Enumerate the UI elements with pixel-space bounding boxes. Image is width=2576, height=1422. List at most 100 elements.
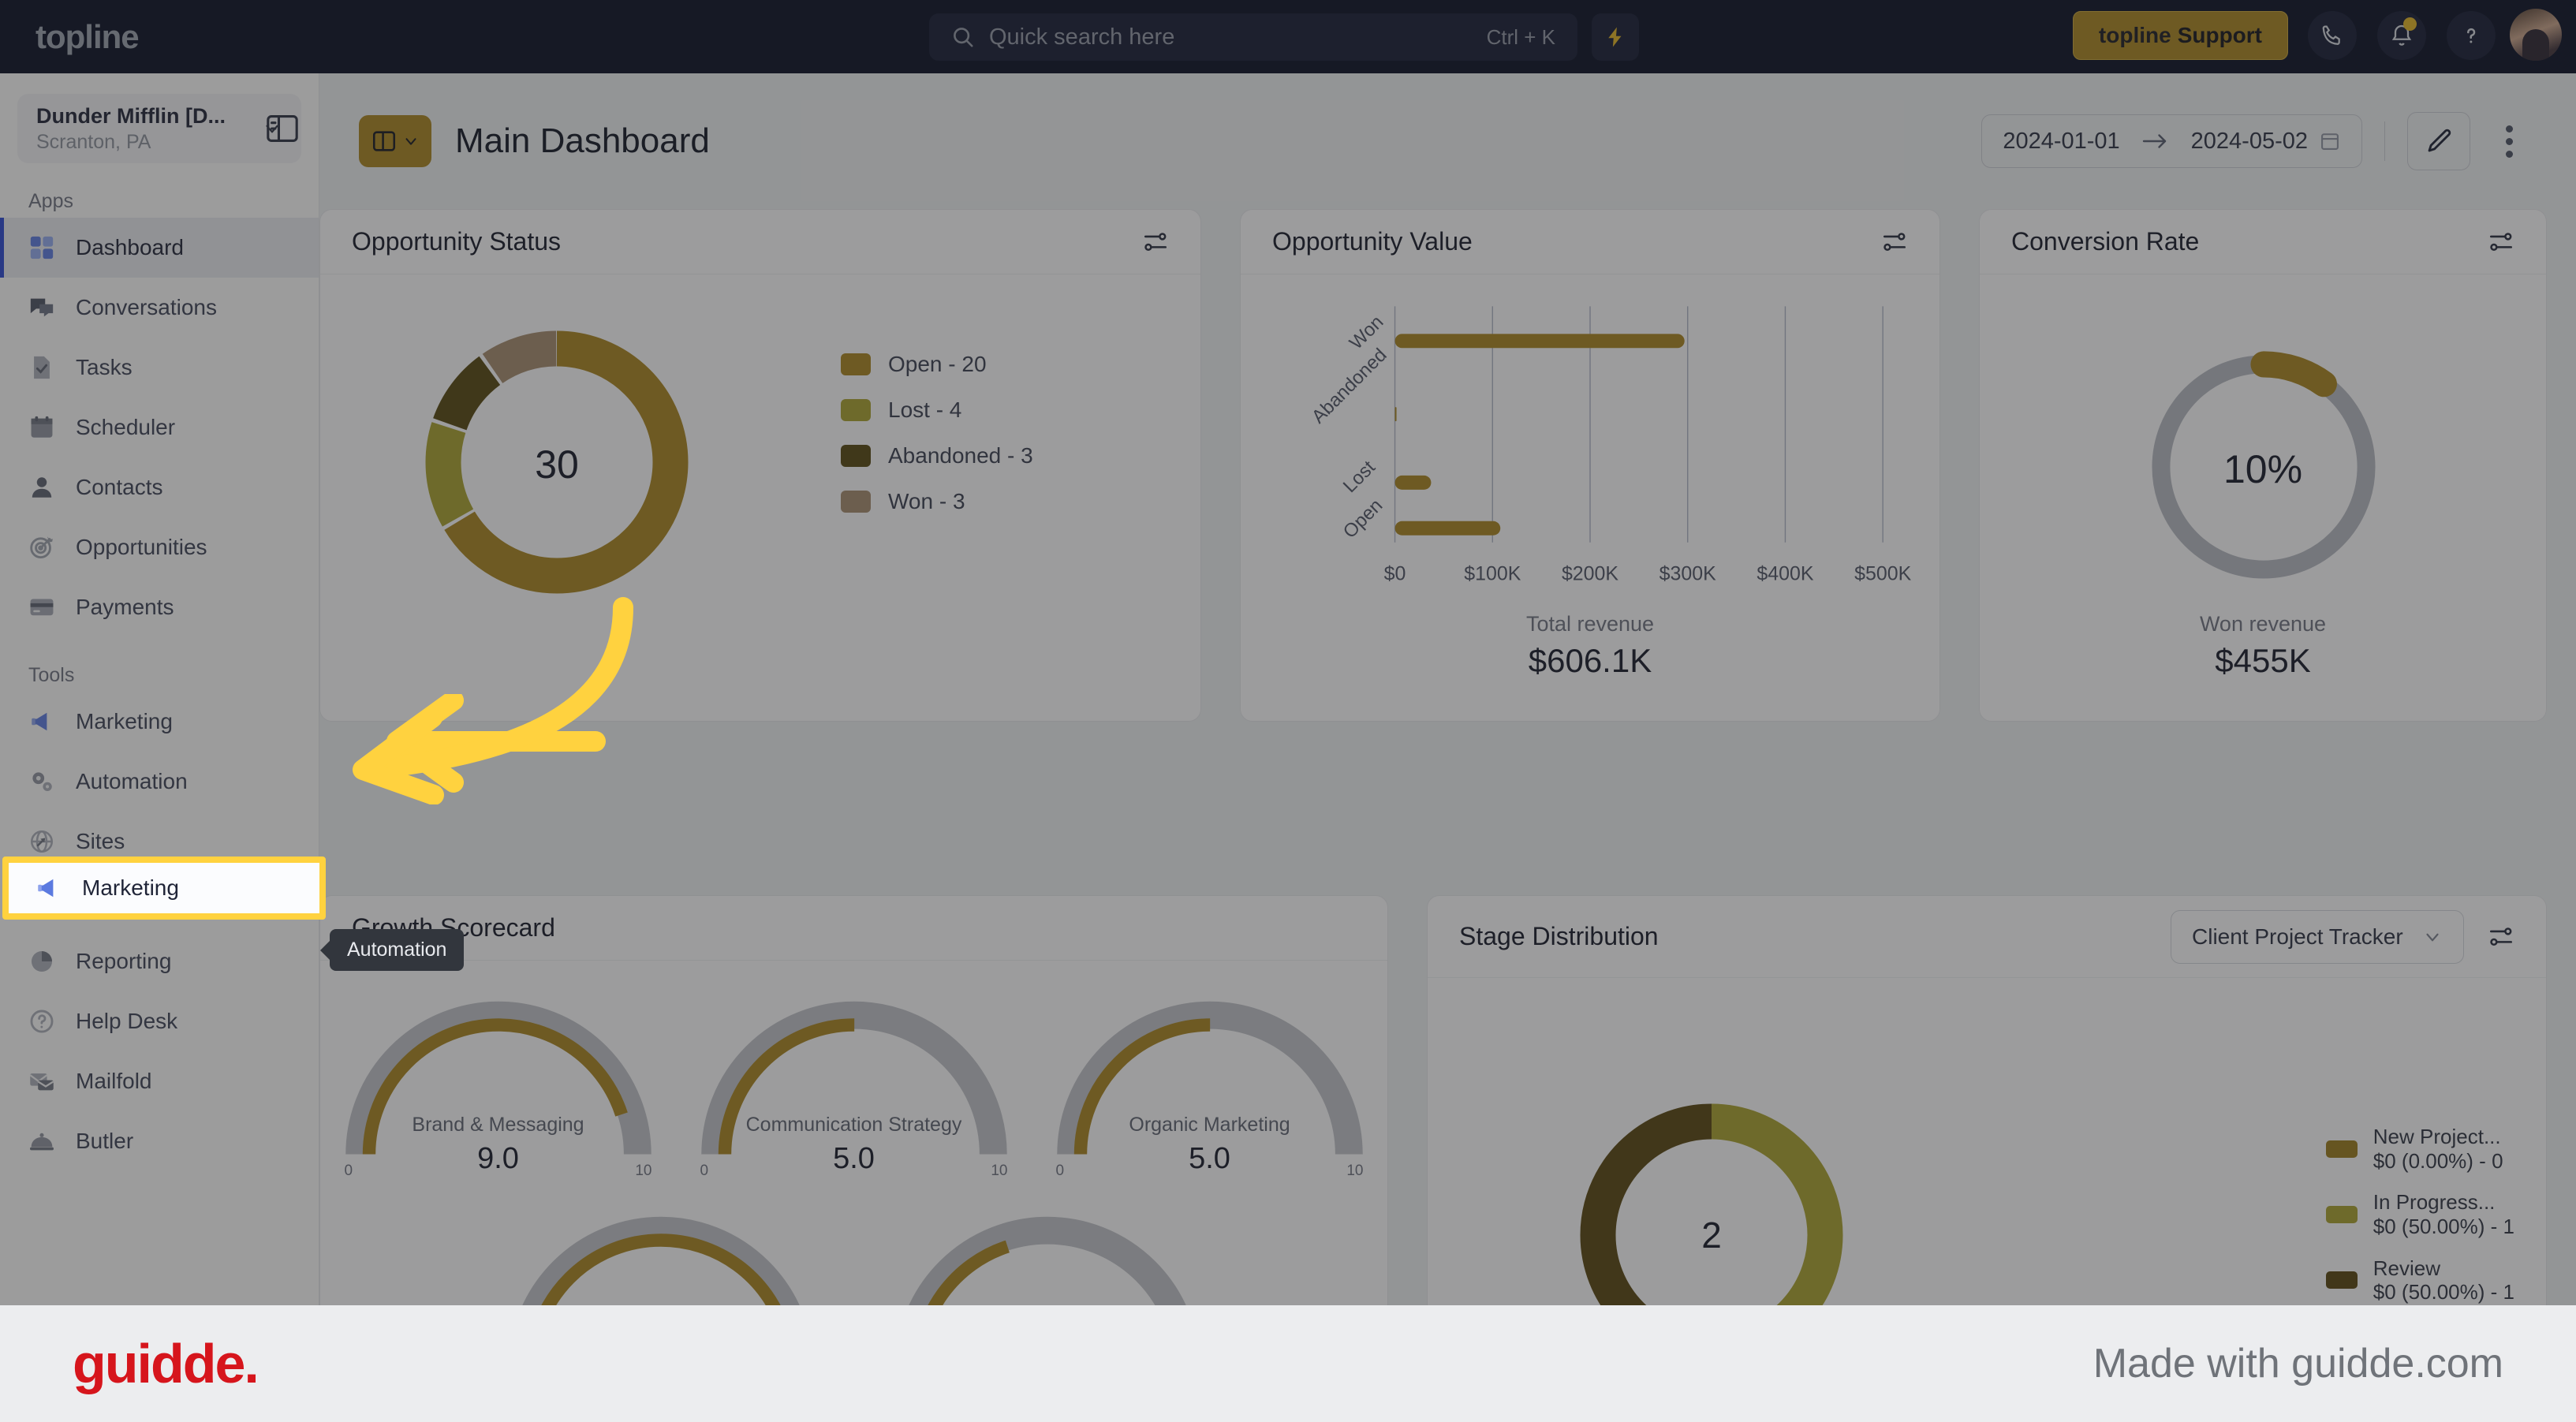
x-tick-label: $500K [1854,563,1911,585]
sidebar-item-opportunities[interactable]: Opportunities [0,517,319,577]
mail-stack-icon [29,1073,54,1091]
kebab-menu-icon [2505,125,2513,132]
total-revenue-label: Total revenue [1525,612,1655,636]
sidebar-section-apps-label: Apps [28,190,73,212]
guidde-footer: guidde. Made with guidde.com [0,1305,2576,1422]
total-revenue-value: $606.1K [1528,642,1652,679]
legend-item[interactable]: Review $0 (50.00%) - 1 [2325,1256,2514,1304]
gauge-value: 9.0 [477,1142,519,1175]
sidebar-collapse-toggle[interactable] [260,106,304,151]
sidebar-item-label: Automation [76,769,188,793]
legend-item[interactable]: Open - 20 [841,352,1033,377]
date-to[interactable]: 2024-05-02 [2191,129,2308,155]
sidebar-item-payments[interactable]: Payments [0,577,319,637]
x-tick-label: $0 [1384,563,1406,585]
sidebar-item-mailfold[interactable]: Mailfold [0,1051,319,1111]
panel-collapse-icon [267,115,298,142]
chart-settings-icon[interactable] [1881,229,1908,256]
target-icon [30,536,53,559]
legend-swatch [2325,1140,2358,1158]
pipeline-select-value: Client Project Tracker [2192,924,2403,949]
conversion-rate-percent: 10% [2223,447,2303,491]
legend-label: New Project... [2373,1125,2501,1148]
dashboard-switcher-button[interactable] [359,115,431,167]
organization-location: Scranton, PA [36,130,151,153]
sidebar-item-reporting[interactable]: Reporting [0,931,319,991]
date-range-picker[interactable]: 2024-01-01 2024-05-02 [1981,114,2362,168]
legend-item[interactable]: New Project... $0 (0.00%) - 0 [2325,1125,2514,1173]
calendar-icon [31,416,53,438]
chart-settings-icon[interactable] [2488,924,2514,950]
legend-value: $0 (50.00%) - 1 [2373,1215,2514,1239]
sidebar-item-contacts[interactable]: Contacts [0,457,319,517]
legend-swatch [841,353,871,375]
dashboard-icon [30,236,54,259]
gauge-axis-max: 10 [991,1163,1008,1179]
main-content: Main Dashboard 2024-01-01 2024-05-02 Opp… [319,73,2576,1422]
gears-icon [32,772,52,792]
sidebar-item-dashboard[interactable]: Dashboard [0,218,319,278]
sidebar-item-butler[interactable]: Butler [0,1111,319,1171]
sidebar-item-label: Conversations [76,295,217,319]
sidebar-item-marketing[interactable]: Marketing [0,692,319,752]
gauge-value: 5.0 [1189,1142,1230,1175]
legend-item[interactable]: In Progress... $0 (50.00%) - 1 [2325,1190,2514,1239]
sidebar-item-automation[interactable]: Automation [0,752,319,812]
guidde-logo: guidde. [73,1333,259,1394]
legend-item[interactable]: Won - 3 [841,489,1033,514]
lightning-bolt-icon [1608,27,1622,47]
legend-item[interactable]: Lost - 4 [841,397,1033,423]
chat-bubbles-icon [30,298,54,317]
gauge-label: Brand & Messaging [412,1114,584,1136]
edit-dashboard-button[interactable] [2407,112,2470,170]
global-search[interactable]: Ctrl + K [929,13,1577,61]
search-input[interactable] [989,24,1487,50]
legend-value: $0 (0.00%) - 0 [2373,1148,2503,1173]
gauge-brand-messaging: Brand & Messaging 9.0 0 10 [337,983,660,1179]
legend-label: Review [2373,1256,2441,1280]
sidebar-item-help-desk[interactable]: Help Desk [0,991,319,1051]
globe-icon [30,830,54,853]
kebab-menu-icon [2505,150,2513,158]
legend-label: Abandoned - 3 [888,443,1033,468]
notifications-button[interactable] [2377,11,2426,60]
calendar-icon [2321,133,2339,150]
card-conversion-rate: Conversion Rate 10% Won revenue $455K [1979,209,2547,722]
x-tick-label: $400K [1757,563,1813,585]
chart-settings-icon[interactable] [2488,229,2514,256]
quick-actions-button[interactable] [1592,13,1639,61]
megaphone-icon [32,712,47,731]
help-button[interactable] [2447,11,2496,60]
sidebar-item-label: Reporting [76,949,172,973]
card-opportunity-status: Opportunity Status 30 Open - 20 Lost - 4… [319,209,1201,722]
pipeline-select[interactable]: Client Project Tracker [2171,909,2464,964]
support-button[interactable]: topline Support [2072,11,2288,60]
pencil-icon [2428,129,2451,152]
dashboard-more-menu[interactable] [2481,112,2537,170]
bar-won [1394,334,1685,349]
sidebar-item-scheduler[interactable]: Scheduler [0,397,319,457]
app-logo[interactable]: topline [35,18,140,56]
legend-item[interactable]: Abandoned - 3 [841,443,1033,468]
sidebar-item-label: Scheduler [76,415,176,439]
avatar[interactable] [2510,9,2562,61]
toolbar-divider [2384,121,2385,161]
phone-button[interactable] [2308,11,2357,60]
organization-switcher[interactable]: Dunder Mifflin [D... Scranton, PA [17,94,301,163]
person-icon [32,477,52,498]
gauge-organic-marketing: Organic Marketing 5.0 0 10 [1048,983,1372,1179]
gauge-axis-min: 0 [700,1163,709,1179]
highlight-label: Marketing [82,875,179,900]
date-from[interactable]: 2024-01-01 [2003,129,2119,155]
highlight-sidebar-item-marketing[interactable]: Marketing [2,857,326,920]
help-circle-icon [30,1010,54,1033]
chart-settings-icon[interactable] [1142,229,1169,256]
sidebar-item-conversations[interactable]: Conversations [0,278,319,338]
card-tools [1881,229,1908,256]
chevron-down-icon [405,138,416,145]
card-tools [1142,229,1169,256]
y-tick-label: Open [1339,495,1387,543]
won-revenue-value: $455K [2215,642,2311,679]
chevron-down-icon [2426,933,2439,941]
sidebar-item-tasks[interactable]: Tasks [0,338,319,397]
